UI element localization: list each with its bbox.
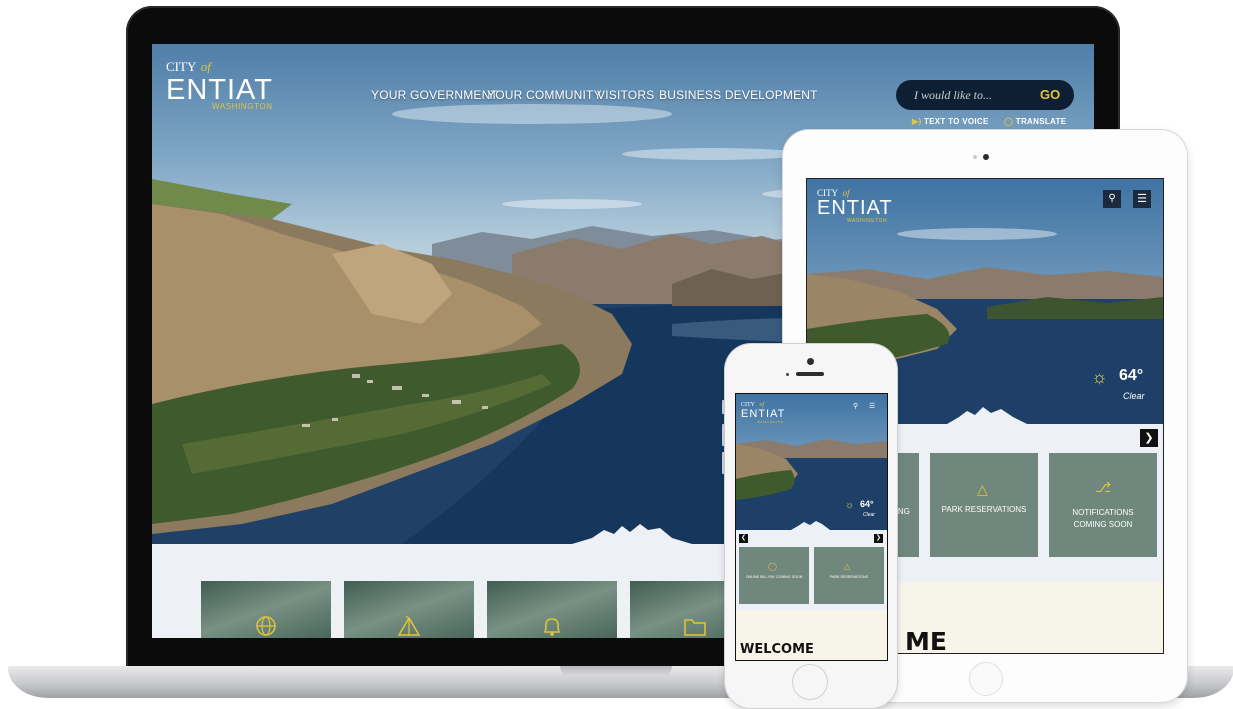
tablet-card-park-reservations[interactable]: △ PARK RESERVATIONS [930,453,1038,557]
card-label: NOTIFICATIONS COMING SOON [1072,508,1134,529]
phone-screen: CITY of ENTIAT WASHINGTON ⚲ ☰ ☼ 64° Clea… [735,393,888,661]
tent-icon: △ [844,562,851,571]
card-label: PARK RESERVATIONS [941,505,1027,514]
logo-city: CITY [166,59,197,74]
phone-sensor [786,373,789,376]
tablet-temp: 64° [1119,367,1144,384]
phone-temp: 64° [860,499,874,509]
nav-your-government[interactable]: YOUR GOVERNMENT [371,88,498,102]
speaker-icon: ▶) [912,117,922,126]
sun-icon: ☼ [845,500,855,511]
menu-icon[interactable]: ☰ [869,402,875,410]
card-label: PARK RESERVATIONS [829,575,869,579]
tablet-home-button [969,662,1003,696]
text-to-voice-label: TEXT TO VOICE [923,117,989,126]
globe-icon: ◯ [768,562,777,571]
phone-camera [807,358,814,365]
search-icon[interactable]: ⚲ [853,402,858,410]
phone-home-button [792,664,828,700]
globe-icon [256,616,276,636]
folder-icon [684,619,706,636]
tablet-sensor [973,155,977,159]
logo-state: WASHINGTON [757,420,784,424]
logo-name: ENTIAT [817,197,893,219]
phone-welcome: WELCOME [740,642,814,657]
sun-icon: ☼ [1091,367,1108,387]
nav-visitors[interactable]: VISITORS [597,88,654,102]
logo-name: ENTIAT [166,74,273,106]
nav-your-community[interactable]: YOUR COMMUNITY [487,88,602,102]
logo-name: ENTIAT [741,408,786,420]
text-to-voice-link[interactable]: ▶) TEXT TO VOICE [912,117,989,126]
phone-condition: Clear [863,512,875,518]
desktop-logo[interactable]: CITY of ENTIAT WASHINGTON [166,58,273,111]
search-input[interactable]: I would like to... [914,88,992,103]
tablet-camera [983,154,989,160]
phone-card-online-bill-pay[interactable]: ◯ ONLINE BILL PAY COMING SOON [739,547,809,604]
phone-speaker [796,372,824,376]
search-bar[interactable]: I would like to... GO [896,80,1074,110]
search-icon[interactable]: ⚲ [1103,190,1121,208]
logo-state: WASHINGTON [212,102,273,111]
tent-icon: △ [977,481,988,497]
laptop-hinge [560,666,672,676]
search-go-button[interactable]: GO [1040,87,1060,102]
logo-state: WASHINGTON [847,218,888,224]
translate-link[interactable]: ◯ TRANSLATE [1004,117,1066,126]
tent-icon [397,615,421,636]
prev-arrow-icon[interactable]: ❮ [739,534,748,543]
logo-of: of [200,59,211,74]
card-label: ONLINE BILL PAY COMING SOON [745,575,803,579]
quicklink-card-2[interactable] [344,581,474,638]
nav-business-development[interactable]: BUSINESS DEVELOPMENT [659,88,818,102]
menu-icon[interactable]: ☰ [1133,190,1151,208]
translate-icon: ◯ [1004,117,1014,126]
bell-icon [543,618,561,636]
translate-label: TRANSLATE [1015,117,1067,126]
bell-icon: ⎇ [1095,479,1112,495]
tablet-logo[interactable]: CITY of ENTIAT WASHINGTON [817,187,893,224]
phone-logo[interactable]: CITY of ENTIAT WASHINGTON [741,399,785,424]
phone-card-park-reservations[interactable]: △ PARK RESERVATIONS [814,547,884,604]
quicklink-card-1[interactable] [201,581,331,638]
tablet-condition: Clear [1123,391,1145,401]
quicklink-card-3[interactable] [487,581,617,638]
tablet-welcome: ME [905,627,947,654]
tablet-card-notifications[interactable]: ⎇ NOTIFICATIONS COMING SOON [1049,453,1157,557]
next-arrow-icon[interactable]: ❯ [874,534,883,543]
next-arrow-icon[interactable]: ❯ [1140,429,1158,447]
